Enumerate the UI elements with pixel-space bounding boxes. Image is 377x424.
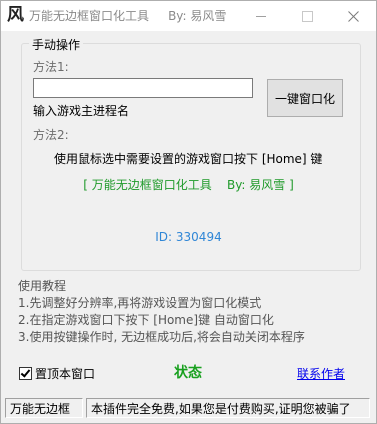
maximize-icon [301, 10, 313, 22]
method1-label: 方法1: [33, 60, 69, 74]
process-input-caption: 输入游戏主进程名 [33, 104, 130, 118]
client-area: 手动操作 方法1: 输入游戏主进程名 一键窗口化 方法2: 使用鼠标选中需要设置… [1, 31, 376, 395]
tutorial-step: 2.在指定游戏窗口下按下 [Home]键 自动窗口化 [18, 313, 274, 327]
minimize-button[interactable] [238, 1, 284, 31]
status-label: 状态 [174, 365, 202, 381]
tutorial-step: 1.先调整好分辨率,再将游戏设置为窗口化模式 [18, 296, 262, 310]
app-logo-icon: 风 [7, 5, 24, 25]
method2-label: 方法2: [33, 128, 69, 142]
close-icon [347, 10, 359, 22]
id-line: ID: 330494 [155, 230, 222, 244]
process-name-input[interactable] [33, 78, 253, 98]
tutorial-step: 3.使用按键操作时, 无边框成功后,将会自动关闭本程序 [18, 330, 305, 344]
close-button[interactable] [330, 1, 376, 31]
status-bar: 万能无边框 本插件完全免费,如果您是付费购买,证明您被骗了 [1, 395, 376, 423]
topmost-checkbox-label: 置顶本窗口 [35, 367, 96, 381]
checkbox-checked-icon[interactable] [19, 367, 32, 380]
tutorial-title: 使用教程 [18, 279, 67, 293]
minimize-icon [256, 15, 266, 17]
contact-author-link[interactable]: 联系作者 [297, 365, 345, 382]
maximize-button[interactable] [284, 1, 330, 31]
window-title: 万能无边框窗口化工具 By: 易风雪 [29, 9, 227, 23]
statusbar-app-name: 万能无边框 [5, 398, 83, 418]
windowize-button[interactable]: 一键窗口化 [267, 79, 343, 117]
app-window: 风 万能无边框窗口化工具 By: 易风雪 手动操作 方法1: 输入游戏主进程名 … [0, 0, 377, 424]
statusbar-notice: 本插件完全免费,如果您是付费购买,证明您被骗了 [86, 398, 370, 418]
brand-line: [ 万能无边框窗口化工具 By: 易风雪 ] [83, 178, 294, 192]
group-title: 手动操作 [29, 36, 84, 53]
method2-instruction: 使用鼠标选中需要设置的游戏窗口按下 [Home] 键 [54, 152, 323, 166]
topmost-checkbox[interactable]: 置顶本窗口 [19, 365, 95, 382]
title-bar[interactable]: 风 万能无边框窗口化工具 By: 易风雪 [1, 1, 376, 31]
